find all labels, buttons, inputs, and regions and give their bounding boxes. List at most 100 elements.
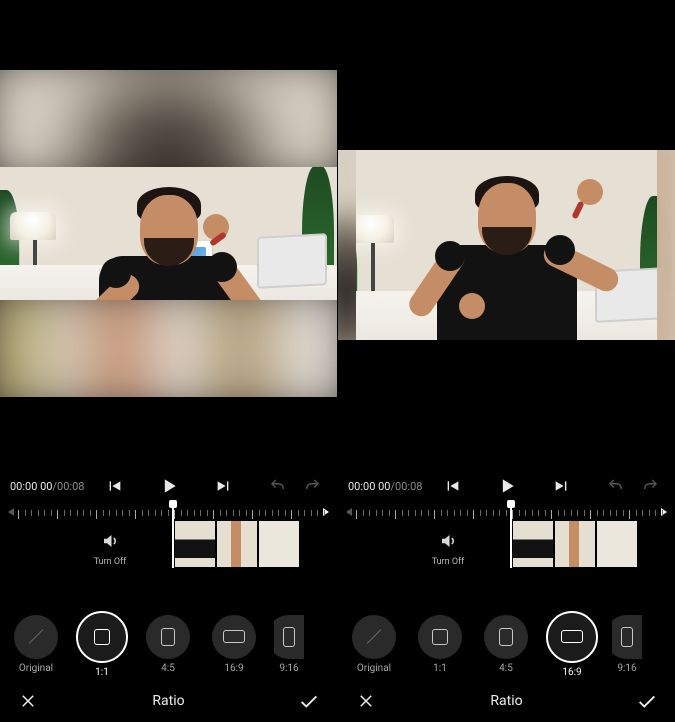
redo-button[interactable] — [635, 471, 665, 501]
ratio-chip — [212, 615, 256, 659]
ratio-chip — [352, 615, 396, 659]
preview-blur-left — [338, 150, 356, 340]
video-content — [338, 150, 675, 340]
ratio-chip — [484, 615, 528, 659]
clip-thumb[interactable] — [596, 520, 638, 568]
aspect-ratio-chooser[interactable]: Original 1:1 4:5 16:9 9:16 — [338, 608, 675, 680]
editor-pane-right: 00:00 00/00:08 — [337, 0, 675, 722]
ratio-shape-icon — [94, 629, 110, 645]
next-frame-button[interactable] — [546, 471, 576, 501]
clip-strip[interactable] — [512, 520, 638, 568]
ratio-option-4_5[interactable]: 4:5 — [480, 615, 532, 674]
ratio-shape-icon — [621, 627, 633, 647]
ratio-option-4_5[interactable]: 4:5 — [142, 615, 194, 674]
ratio-chip — [274, 615, 304, 659]
ratio-shape-icon — [367, 629, 382, 644]
ratio-option-16_9[interactable]: 16:9 — [208, 615, 260, 674]
clip-thumb[interactable] — [174, 520, 216, 568]
ruler-start-icon — [346, 508, 352, 516]
ratio-label: 9:16 — [617, 663, 636, 674]
audio-toggle-button[interactable]: Turn Off — [418, 527, 478, 567]
time-current: 00:00 00 — [348, 480, 391, 493]
play-button[interactable] — [154, 471, 184, 501]
ratio-option-1_1[interactable]: 1:1 — [414, 615, 466, 674]
panel-title: Ratio — [152, 693, 184, 709]
ratio-chip — [418, 615, 462, 659]
ratio-option-9_16[interactable]: 9:16 — [274, 615, 304, 674]
time-display: 00:00 00/00:08 — [10, 480, 84, 493]
ratio-option-1_1[interactable]: 1:1 — [76, 611, 128, 678]
preview-canvas[interactable] — [338, 150, 675, 340]
ratio-chip — [14, 615, 58, 659]
ruler-start-icon — [8, 508, 14, 516]
speaker-icon — [96, 527, 124, 555]
undo-button[interactable] — [601, 471, 631, 501]
ratio-option-16_9[interactable]: 16:9 — [546, 611, 598, 678]
cancel-button[interactable] — [352, 687, 380, 715]
ratio-shape-icon — [223, 630, 245, 643]
ratio-label: 9:16 — [279, 663, 298, 674]
prev-frame-button[interactable] — [438, 471, 468, 501]
time-total: 00:08 — [395, 480, 422, 493]
ratio-chip — [76, 611, 128, 663]
audio-toggle-label: Turn Off — [432, 557, 465, 567]
playhead[interactable] — [510, 502, 512, 568]
ratio-option-9_16[interactable]: 9:16 — [612, 615, 642, 674]
ratio-label: 16:9 — [562, 667, 581, 678]
audio-track: Turn Off — [418, 520, 478, 574]
redo-button[interactable] — [297, 471, 327, 501]
audio-toggle-label: Turn Off — [94, 557, 127, 567]
ratio-option-original[interactable]: Original — [348, 615, 400, 674]
ratio-shape-icon — [561, 630, 583, 643]
ratio-shape-icon — [161, 628, 175, 646]
timeline-ruler[interactable] — [344, 506, 669, 520]
ratio-option-original[interactable]: Original — [10, 615, 62, 674]
preview-blur-bottom — [0, 300, 337, 397]
playback-row: 00:00 00/00:08 — [0, 470, 337, 502]
undo-button[interactable] — [263, 471, 293, 501]
speaker-icon — [434, 527, 462, 555]
aspect-ratio-chooser[interactable]: Original 1:1 4:5 16:9 9:16 — [0, 608, 337, 680]
cancel-button[interactable] — [14, 687, 42, 715]
play-button[interactable] — [492, 471, 522, 501]
preview-blur-right — [657, 150, 675, 340]
editor-pane-left: 00:00 00/00:08 — [0, 0, 337, 722]
time-total: 00:08 — [57, 480, 84, 493]
ratio-label: 4:5 — [499, 663, 513, 674]
confirm-button[interactable] — [295, 687, 323, 715]
timeline[interactable]: Turn Off — [338, 502, 675, 582]
ratio-label: Original — [357, 663, 391, 674]
time-current: 00:00 00 — [10, 480, 53, 493]
next-frame-button[interactable] — [208, 471, 238, 501]
prev-frame-button[interactable] — [100, 471, 130, 501]
video-frame — [0, 167, 337, 300]
video-frame — [338, 150, 675, 340]
clip-strip[interactable] — [174, 520, 300, 568]
ratio-shape-icon — [283, 627, 295, 647]
panel-title: Ratio — [490, 693, 522, 709]
ratio-label: 1:1 — [95, 667, 109, 678]
video-content — [0, 167, 337, 300]
ratio-label: 1:1 — [433, 663, 447, 674]
audio-toggle-button[interactable]: Turn Off — [80, 527, 140, 567]
preview-canvas[interactable] — [0, 70, 337, 397]
clip-thumb[interactable] — [258, 520, 300, 568]
ratio-shape-icon — [432, 629, 448, 645]
ratio-chip — [146, 615, 190, 659]
confirm-button[interactable] — [633, 687, 661, 715]
clip-thumb[interactable] — [216, 520, 258, 568]
playhead[interactable] — [172, 502, 174, 568]
ratio-label: 4:5 — [161, 663, 175, 674]
preview-blur-top — [0, 70, 337, 167]
clip-thumb[interactable] — [512, 520, 554, 568]
timeline-ruler[interactable] — [6, 506, 331, 520]
clip-thumb[interactable] — [554, 520, 596, 568]
timeline[interactable]: Turn Off — [0, 502, 337, 582]
time-display: 00:00 00/00:08 — [348, 480, 422, 493]
ratio-label: Original — [19, 663, 53, 674]
ratio-chip — [612, 615, 642, 659]
bottom-bar: Ratio — [0, 680, 337, 722]
ratio-chip — [546, 611, 598, 663]
audio-track: Turn Off — [80, 520, 140, 574]
playback-row: 00:00 00/00:08 — [338, 470, 675, 502]
